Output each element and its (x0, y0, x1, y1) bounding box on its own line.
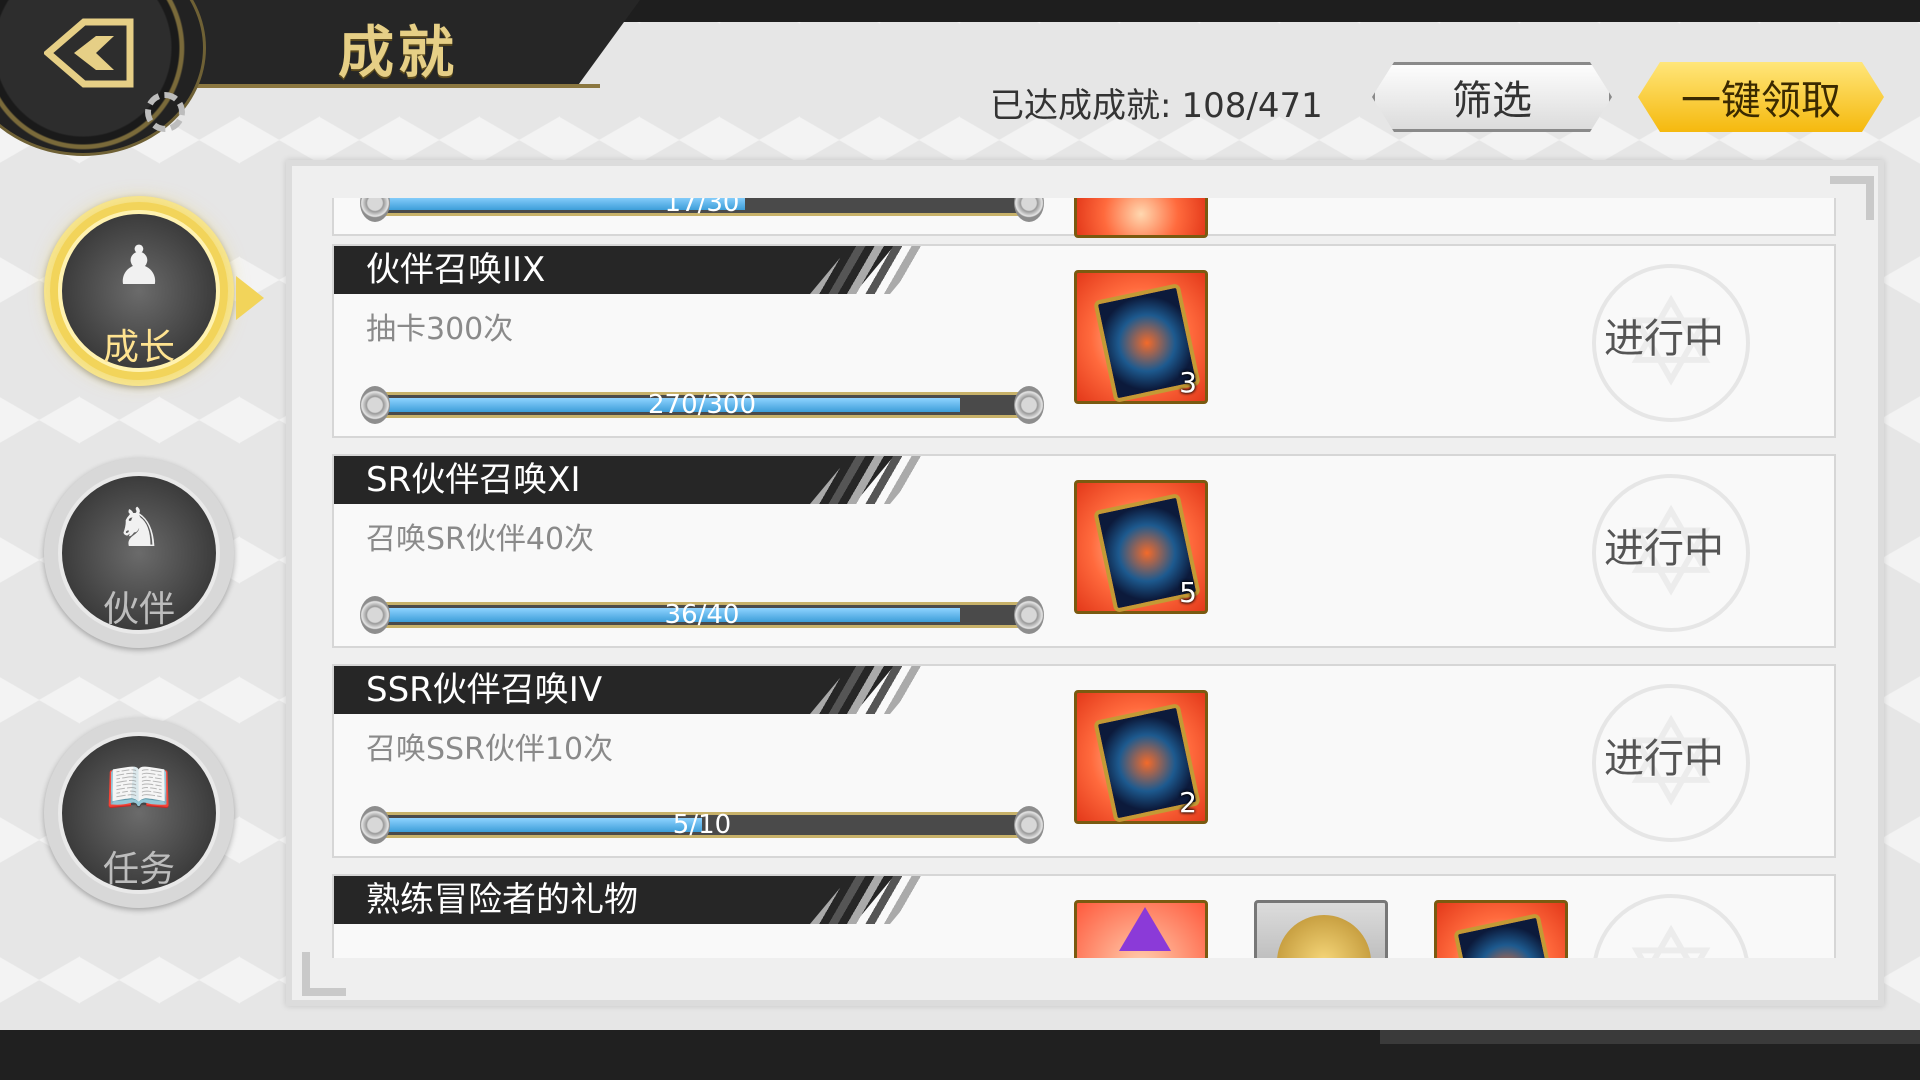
hooded-figure-icon: ♟ (114, 234, 164, 297)
party-icon: ♞ (114, 496, 164, 559)
progress-text: 36/40 (664, 600, 740, 630)
back-arrow-icon (42, 18, 134, 88)
status-label: 进行中 (1604, 316, 1724, 362)
achievement-row: SR伙伴召唤XI 召唤SR伙伴40次 36/40 5 进行中 (332, 454, 1836, 648)
progress-text: 270/300 (647, 390, 756, 420)
reward-summon-card[interactable]: 5 (1074, 480, 1208, 614)
reward-summon-card[interactable]: 2 (1074, 690, 1208, 824)
achievement-row: 熟练冒险者的礼物 (332, 874, 1836, 958)
achievement-count: 已达成成就: 108/471 (990, 78, 1323, 127)
status-label: 进行中 (1604, 736, 1724, 782)
reward-crystal[interactable] (1074, 900, 1208, 958)
achievement-title: 伙伴召唤IIX (334, 246, 894, 294)
sidebar-item-partner[interactable]: ♞ 伙伴 (44, 458, 234, 648)
reward-summon-card[interactable] (1434, 900, 1568, 958)
achievement-desc: 召唤SSR伙伴10次 (366, 732, 614, 767)
achievement-desc: 召唤SR伙伴40次 (366, 522, 595, 557)
reward-qty: 3 (1179, 366, 1197, 399)
summon-card-icon (1453, 912, 1561, 958)
status-label: 进行中 (1604, 526, 1724, 572)
gold-coin-icon (1277, 915, 1371, 958)
achievement-row: 17/30 (332, 198, 1836, 238)
sidebar-item-label: 任务 (102, 849, 175, 890)
hexagram-seal-icon (1592, 894, 1750, 958)
achievement-count-label: 已达成成就: (990, 86, 1172, 126)
achievement-title: SR伙伴召唤XI (334, 456, 894, 504)
progress-bar: 17/30 (360, 198, 1044, 222)
reward-item[interactable] (1074, 198, 1208, 238)
achievement-row: SSR伙伴召唤IV 召唤SSR伙伴10次 5/10 2 进行中 (332, 664, 1836, 858)
active-indicator-arrow (236, 276, 264, 320)
sidebar-item-label: 成长 (102, 327, 175, 368)
achievement-list[interactable]: 17/30 伙伴召唤IIX 抽卡300次 270/300 3 进行中 SR伙伴召… (330, 198, 1840, 958)
progress-bar: 36/40 (360, 596, 1044, 634)
reward-summon-card[interactable]: 3 (1074, 270, 1208, 404)
page-title: 成就 (338, 21, 458, 86)
gear-decoration-icon (145, 92, 185, 132)
book-flame-icon: 📖 (105, 756, 173, 819)
sidebar-item-label: 伙伴 (102, 589, 175, 630)
achievement-title: SSR伙伴召唤IV (334, 666, 894, 714)
reward-gold-coin[interactable] (1254, 900, 1388, 958)
progress-bar: 5/10 (360, 806, 1044, 844)
achievement-row: 伙伴召唤IIX 抽卡300次 270/300 3 进行中 (332, 244, 1836, 438)
reward-qty: 2 (1179, 786, 1197, 819)
sidebar-item-growth[interactable]: ♟ 成长 (44, 196, 234, 386)
reward-qty: 5 (1179, 576, 1197, 609)
progress-text: 17/30 (664, 198, 740, 218)
progress-text: 5/10 (672, 810, 732, 840)
progress-bar: 270/300 (360, 386, 1044, 424)
panel-corner (302, 952, 346, 996)
sidebar-item-quest[interactable]: 📖 任务 (44, 718, 234, 908)
crystal-icon (1119, 907, 1171, 951)
back-button[interactable] (42, 18, 134, 88)
filter-button[interactable]: 筛选 (1372, 62, 1612, 132)
achievement-title: 熟练冒险者的礼物 (334, 876, 894, 924)
bottom-bar-accent (1380, 1030, 1920, 1044)
achievement-desc: 抽卡300次 (366, 312, 514, 347)
panel-corner (1830, 176, 1874, 220)
claim-all-button[interactable]: 一键领取 (1638, 62, 1884, 132)
achievement-count-value: 108/471 (1181, 86, 1323, 126)
